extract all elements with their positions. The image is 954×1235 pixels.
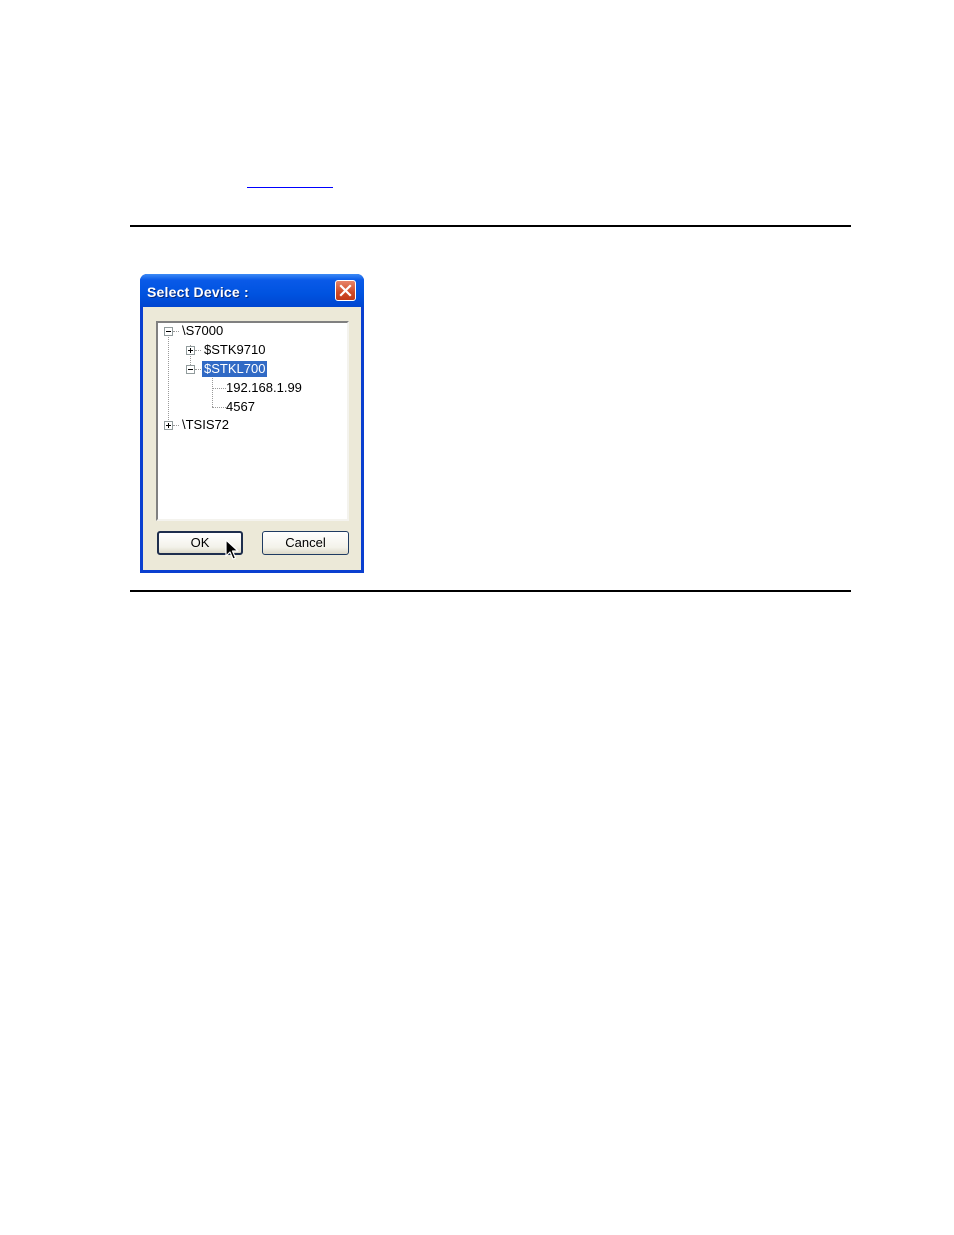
tree-connector bbox=[212, 374, 213, 407]
tree-connector bbox=[173, 425, 179, 426]
tree-node-tsis72[interactable]: \TSIS72 bbox=[180, 417, 231, 433]
dialog-body: \S7000 $STK9710 $STKL700 192.168.1.99 45… bbox=[143, 307, 361, 570]
cancel-button[interactable]: Cancel bbox=[262, 531, 349, 555]
collapse-icon[interactable] bbox=[164, 327, 173, 336]
tree-node-stk9710[interactable]: $STK9710 bbox=[202, 342, 267, 358]
hyperlink-underline[interactable] bbox=[247, 170, 333, 188]
mouse-pointer-icon bbox=[225, 539, 239, 560]
close-icon bbox=[339, 284, 352, 297]
tree-node-s7000[interactable]: \S7000 bbox=[180, 323, 225, 339]
top-divider bbox=[130, 225, 851, 227]
tree-node-ip-address[interactable]: 192.168.1.99 bbox=[224, 380, 304, 396]
expand-icon[interactable] bbox=[164, 421, 173, 430]
collapse-icon[interactable] bbox=[186, 365, 195, 374]
tree-connector bbox=[195, 350, 201, 351]
bottom-divider bbox=[130, 590, 851, 592]
select-device-dialog: Select Device : \S7000 $STK9710 $STKL700… bbox=[140, 274, 364, 573]
tree-node-stkl700[interactable]: $STKL700 bbox=[202, 361, 268, 377]
close-button[interactable] bbox=[335, 280, 356, 301]
device-tree[interactable]: \S7000 $STK9710 $STKL700 192.168.1.99 45… bbox=[156, 321, 349, 521]
expand-icon[interactable] bbox=[186, 346, 195, 355]
dialog-title: Select Device : bbox=[147, 284, 249, 300]
dialog-titlebar[interactable]: Select Device : bbox=[140, 274, 364, 307]
tree-connector bbox=[195, 369, 201, 370]
tree-node-port[interactable]: 4567 bbox=[224, 399, 257, 415]
tree-connector bbox=[168, 337, 169, 426]
tree-connector bbox=[173, 331, 179, 332]
